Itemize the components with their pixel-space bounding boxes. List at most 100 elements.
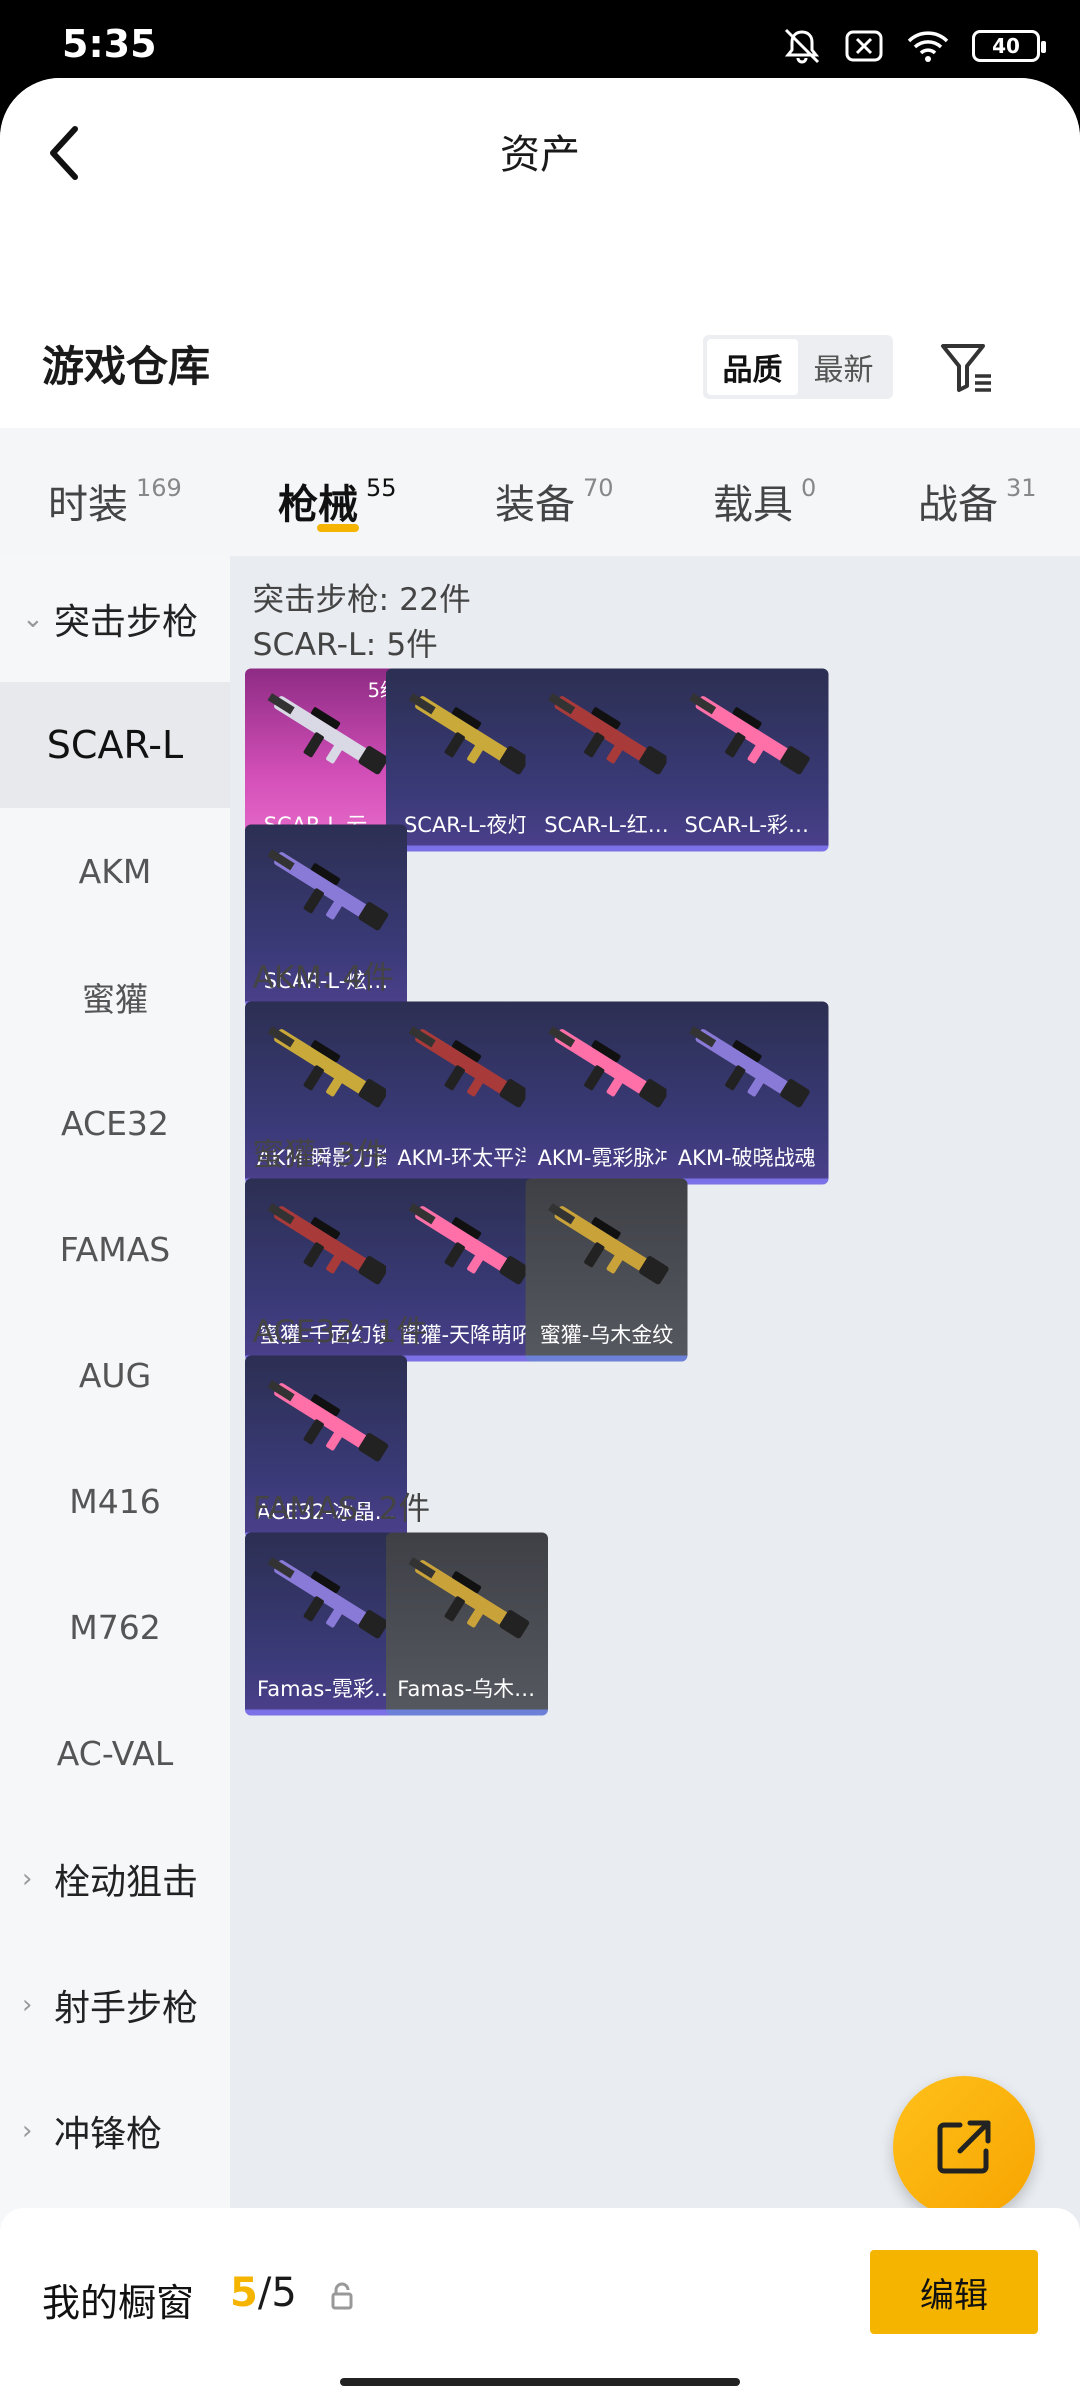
weapon-card[interactable]: 蜜獾-乌木金纹 [525, 1178, 688, 1362]
tab-label: 时装 [48, 482, 128, 528]
weapon-name: 蜜獾-乌木金纹 [539, 1324, 674, 1349]
weapon-grid-scaler: 突击步枪: 22件 SCAR-L: 5件5级SCAR-L-云…SCAR-L-夜灯… [230, 556, 1080, 2287]
weapon-card[interactable]: SCAR-L-夜灯 [385, 668, 548, 852]
rifle-icon [548, 1203, 669, 1285]
wifi-icon [907, 31, 949, 62]
tab-count: 70 [583, 474, 614, 502]
battery-level: 40 [992, 34, 1020, 58]
tab-firearms[interactable]: 枪械 55 [278, 428, 397, 556]
section-header: 蜜獾: 3件 [252, 1136, 388, 1173]
rifle-icon [267, 1557, 389, 1639]
app-container: 资产 游戏仓库 品质 最新 时装 169 枪械 55 装备 70 载具 0 战备 31 ⌄… [0, 78, 1080, 2400]
rifle-icon [267, 1203, 389, 1285]
weapon-name: SCAR-L-夜灯 [403, 814, 529, 839]
weapon-grid: 突击步枪: 22件 SCAR-L: 5件5级SCAR-L-云…SCAR-L-夜灯… [230, 556, 1080, 2286]
chevron-right-icon: › [22, 1864, 33, 1894]
tab-vehicles[interactable]: 载具 0 [713, 428, 816, 556]
tab-label: 装备 [495, 482, 575, 528]
chevron-right-icon: › [22, 2116, 33, 2146]
rifle-icon [407, 1026, 529, 1108]
share-icon [937, 2120, 991, 2174]
rifle-icon [407, 693, 529, 775]
sidebar-item-aug[interactable]: AUG [0, 1312, 230, 1438]
sidebar-group-label: 突击步枪 [54, 602, 199, 643]
tab-count: 55 [366, 474, 397, 502]
filter-button[interactable] [937, 338, 997, 398]
tab-supplies[interactable]: 战备 31 [918, 428, 1037, 556]
sidebar-group-label: 栓动狙击 [54, 1862, 199, 1903]
top-bar: 资产 游戏仓库 [0, 78, 1080, 428]
sidebar-item-ace32[interactable]: ACE32 [0, 1060, 230, 1186]
category-header: 突击步枪: 22件 [252, 581, 471, 618]
rifle-icon [548, 1026, 669, 1108]
weapon-name: Famas-乌木… [397, 1678, 536, 1703]
weapon-card[interactable]: AKM-环太平洋 [385, 1001, 548, 1185]
edit-button[interactable]: 编辑 [870, 2250, 1038, 2334]
sort-newest-option[interactable]: 最新 [798, 339, 889, 395]
sidebar-group-label: 射手步枪 [54, 1988, 199, 2029]
sidebar-item-akm[interactable]: AKM [0, 808, 230, 934]
sort-toggle: 品质 最新 [703, 335, 893, 399]
rifle-icon [267, 1026, 389, 1108]
weapon-card[interactable]: AKM-破晓战魂 [665, 1001, 828, 1185]
tab-equipment[interactable]: 装备 70 [495, 428, 614, 556]
home-indicator [340, 2378, 740, 2386]
sidebar-item-honey-badger[interactable]: 蜜獾 [0, 934, 230, 1060]
tab-count: 169 [136, 474, 182, 502]
battery-icon: 40 [972, 30, 1046, 62]
chevron-down-icon: ⌄ [22, 604, 44, 634]
sidebar-item-famas[interactable]: FAMAS [0, 1186, 230, 1312]
weapon-name: SCAR-L-彩… [684, 814, 810, 839]
sidebar-group-assault-rifles[interactable]: ⌄ 突击步枪 [0, 556, 230, 682]
weapon-type-sidebar: ⌄ 突击步枪 SCAR-L AKM 蜜獾 ACE32 FAMAS AUG M416… [0, 556, 230, 2286]
showcase-current: 5 [230, 2270, 258, 2316]
status-time: 5:35 [62, 22, 157, 66]
chevron-right-icon: › [22, 1990, 33, 2020]
sidebar-item-scar-l[interactable]: SCAR-L [0, 682, 230, 808]
weapon-card[interactable]: SCAR-L-红… [525, 668, 688, 852]
sidebar-item-ac-val[interactable]: AC-VAL [0, 1690, 230, 1816]
section-header: SCAR-L: 5件 [252, 626, 438, 663]
rifle-icon [407, 1557, 529, 1639]
status-icons: 40 [782, 28, 1046, 64]
sidebar-item-m762[interactable]: M762 [0, 1564, 230, 1690]
sidebar-item-m416[interactable]: M416 [0, 1438, 230, 1564]
tab-label: 载具 [713, 482, 793, 528]
showcase-total: /5 [257, 2270, 297, 2316]
mute-icon [784, 28, 820, 64]
warehouse-title: 游戏仓库 [42, 342, 211, 391]
section-header: FAMAS: 2件 [252, 1490, 431, 1527]
showcase-label: 我的橱窗 [42, 2281, 195, 2325]
lock-icon [331, 2282, 353, 2310]
sidebar-group-label: 冲锋枪 [54, 2114, 163, 2155]
weapon-card[interactable]: AKM-霓彩脉冲 [525, 1001, 688, 1185]
sidebar-group-marksman[interactable]: › 射手步枪 [0, 1942, 230, 2068]
bottom-bar: 我的橱窗 5/5 编辑 [0, 2208, 1080, 2400]
showcase-count: 5/5 [230, 2270, 297, 2316]
sort-quality-option[interactable]: 品质 [707, 339, 798, 395]
tab-count: 0 [801, 474, 817, 502]
share-button[interactable] [893, 2076, 1035, 2218]
sidebar-group-bolt-action[interactable]: › 栓动狙击 [0, 1816, 230, 1942]
sidebar-group-smg[interactable]: › 冲锋枪 [0, 2068, 230, 2194]
category-tabs: 时装 169 枪械 55 装备 70 载具 0 战备 31 [0, 428, 1080, 556]
filter-icon [941, 344, 991, 392]
rifle-icon [267, 1380, 389, 1462]
tab-count: 31 [1006, 474, 1037, 502]
weapon-card[interactable]: Famas-霓彩… [245, 1532, 407, 1716]
tab-label: 枪械 [278, 482, 358, 528]
rifle-icon [267, 848, 389, 930]
status-bar: 5:35 40 [0, 0, 1080, 80]
weapon-name: AKM-霓彩脉冲 [537, 1147, 676, 1172]
weapon-name: AKM-环太平洋 [397, 1147, 536, 1172]
rifle-icon [688, 693, 809, 775]
tab-outfits[interactable]: 时装 169 [48, 428, 182, 556]
weapon-name: Famas-霓彩… [257, 1678, 395, 1703]
section-header: ACE32: 1件 [252, 1313, 428, 1350]
weapon-card[interactable]: SCAR-L-彩… [665, 668, 828, 852]
weapon-name: AKM-破晓战魂 [677, 1147, 816, 1172]
weapon-card[interactable]: Famas-乌木… [385, 1532, 548, 1716]
tab-label: 战备 [918, 482, 998, 528]
weapon-name: SCAR-L-红… [544, 814, 669, 839]
page-title: 资产 [500, 132, 580, 178]
